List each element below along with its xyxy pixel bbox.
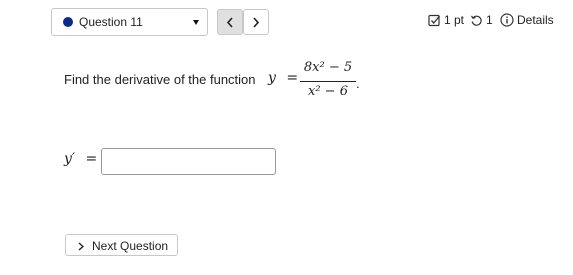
attempts-value: 1	[486, 13, 493, 27]
answer-input[interactable]	[101, 148, 276, 175]
sentence-period: .	[356, 76, 360, 91]
fraction-numerator: 8x² − 5	[303, 60, 353, 75]
fraction-denominator: x² − 6	[308, 84, 348, 99]
previous-question-button[interactable]	[217, 9, 243, 35]
info-icon	[500, 13, 514, 27]
attempts-indicator: 1	[470, 13, 493, 27]
answer-variable: y′	[64, 151, 76, 167]
caret-down-icon	[193, 20, 199, 25]
function-variable: y	[268, 70, 276, 86]
question-prompt: Find the derivative of the function	[64, 72, 256, 87]
next-question-arrow-button[interactable]	[243, 9, 269, 35]
question-select-label: Question 11	[79, 15, 143, 29]
points-indicator: 1 pt	[428, 13, 464, 27]
function-equals: =	[286, 70, 299, 86]
status-dot-icon	[63, 17, 73, 27]
fraction-bar	[300, 81, 356, 82]
question-toolbar: Question 11 1 pt 1 Details	[0, 0, 573, 44]
question-select[interactable]: Question 11	[51, 8, 208, 36]
chevron-right-icon	[78, 242, 84, 251]
chevron-left-icon	[226, 17, 233, 28]
next-question-label: Next Question	[92, 239, 169, 253]
details-label: Details	[517, 13, 554, 27]
function-equation-lhs: y =	[268, 70, 298, 86]
retry-icon	[470, 14, 482, 26]
points-value: 1 pt	[444, 13, 465, 27]
answer-label: y′ =	[64, 151, 97, 167]
answer-equals: =	[85, 151, 98, 167]
next-question-button[interactable]: Next Question	[65, 234, 178, 256]
checkbox-icon	[428, 14, 441, 26]
details-link[interactable]: Details	[500, 13, 554, 27]
chevron-right-icon	[253, 17, 260, 28]
